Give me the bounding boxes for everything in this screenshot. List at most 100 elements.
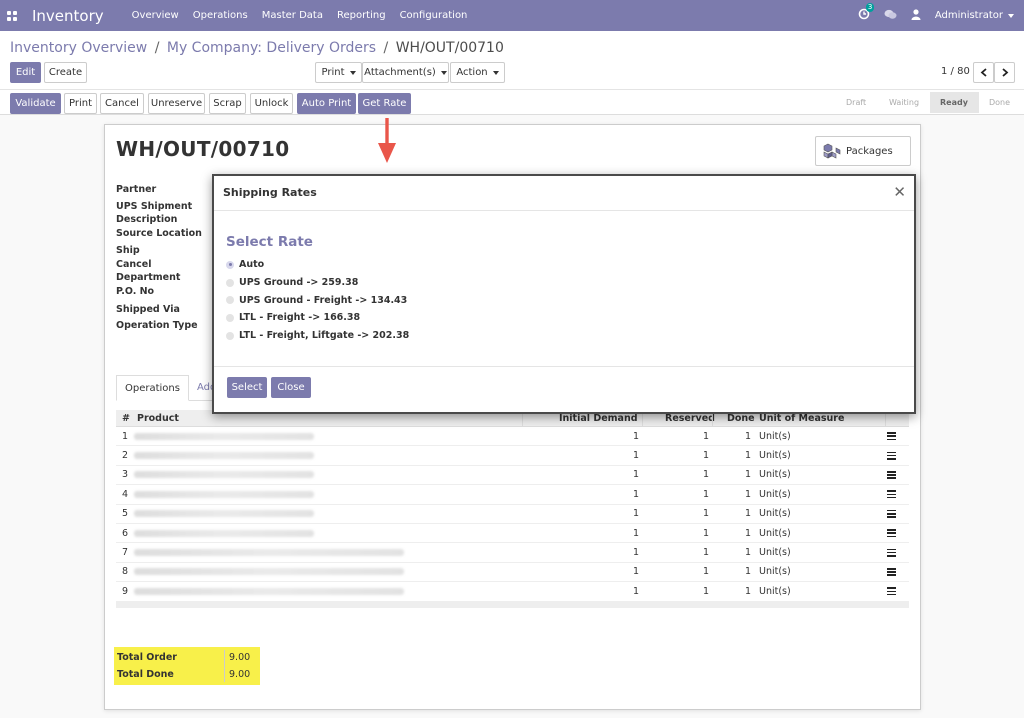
app-name[interactable]: Inventory: [32, 7, 104, 25]
detailed-operations-list-icon[interactable]: [887, 490, 896, 499]
menu-master-data[interactable]: Master Data: [262, 10, 323, 21]
done-value: 1: [744, 566, 751, 578]
dialog-title: Shipping Rates: [223, 186, 317, 199]
activity-icon[interactable]: 3: [858, 3, 875, 23]
packages-icon: [823, 143, 841, 158]
detailed-operations-list-icon[interactable]: [887, 587, 896, 596]
table-row[interactable]: 8 1 1 1 Unit(s): [116, 563, 909, 583]
close-icon[interactable]: ✕: [893, 183, 906, 201]
uom-value: Unit(s): [759, 469, 791, 481]
reserved-value: 1: [702, 469, 709, 481]
detailed-operations-list-icon[interactable]: [887, 567, 896, 576]
detailed-operations-list-icon[interactable]: [887, 470, 896, 479]
radio-icon[interactable]: [226, 313, 234, 322]
header-reserved[interactable]: Reserved: [665, 413, 715, 424]
detailed-operations-list-icon[interactable]: [887, 529, 896, 538]
detailed-operations-list-icon[interactable]: [887, 432, 896, 441]
done-value: 1: [744, 585, 751, 597]
row-number: 5: [122, 508, 129, 520]
caret-down-icon: [492, 70, 499, 75]
print-dropdown[interactable]: Print: [315, 62, 362, 83]
stage-draft[interactable]: Draft: [836, 92, 879, 113]
table-row[interactable]: 9 1 1 1 Unit(s): [116, 582, 909, 602]
auto-print-button[interactable]: Auto Print: [297, 93, 356, 114]
detailed-operations-list-icon[interactable]: [887, 451, 896, 460]
table-row[interactable]: 3 1 1 1 Unit(s): [116, 466, 909, 486]
uom-value: Unit(s): [759, 527, 791, 539]
table-row[interactable]: 4 1 1 1 Unit(s): [116, 485, 909, 505]
close-button[interactable]: Close: [271, 377, 311, 398]
row-number: 3: [122, 469, 129, 481]
header-unit-of-measure[interactable]: Unit of Measure: [759, 413, 844, 424]
packages-button[interactable]: Packages: [815, 136, 911, 166]
stage-done[interactable]: Done: [979, 92, 1024, 113]
unreserve-button[interactable]: Unreserve: [148, 93, 205, 114]
edit-button[interactable]: Edit: [10, 62, 41, 83]
uom-value: Unit(s): [759, 430, 791, 442]
action-dropdown[interactable]: Action: [450, 62, 505, 83]
menu-reporting[interactable]: Reporting: [337, 10, 386, 21]
row-number: 9: [122, 585, 129, 597]
breadcrumb-separator: /: [383, 40, 389, 56]
scrap-button[interactable]: Scrap: [209, 93, 246, 114]
caret-down-icon: [349, 70, 356, 75]
initial-demand-value: 1: [632, 430, 639, 442]
tab-operations[interactable]: Operations: [116, 375, 189, 401]
menu-overview[interactable]: Overview: [132, 10, 179, 21]
print-button[interactable]: Print: [64, 93, 97, 114]
rate-option-ups-ground-freight[interactable]: UPS Ground - Freight -> 134.43: [226, 291, 409, 309]
header-done[interactable]: Done: [727, 413, 755, 424]
record-title: WH/OUT/00710: [116, 137, 290, 161]
top-navbar: Inventory Overview Operations Master Dat…: [0, 0, 1024, 31]
validate-button[interactable]: Validate: [10, 93, 61, 114]
product-name-blurred: [134, 490, 314, 498]
stage-ready[interactable]: Ready: [930, 92, 979, 113]
menu-configuration[interactable]: Configuration: [400, 10, 468, 21]
rate-option-ltl-freight-liftgate[interactable]: LTL - Freight, Liftgate -> 202.38: [226, 327, 409, 345]
total-done-value: 9.00: [229, 669, 251, 680]
header-initial-demand[interactable]: Initial Demand: [559, 413, 638, 424]
stage-waiting[interactable]: Waiting: [879, 92, 930, 113]
detailed-operations-list-icon[interactable]: [887, 509, 896, 518]
get-rate-button[interactable]: Get Rate: [358, 93, 411, 114]
radio-icon[interactable]: [226, 278, 234, 287]
product-name-blurred: [134, 471, 314, 479]
total-done-label: Total Done: [117, 669, 174, 680]
apps-menu-icon[interactable]: [7, 10, 17, 21]
breadcrumb-delivery-orders[interactable]: My Company: Delivery Orders: [167, 40, 376, 56]
user-avatar-icon[interactable]: [911, 8, 921, 23]
uom-value: Unit(s): [759, 488, 791, 500]
table-row[interactable]: 1 1 1 1 Unit(s): [116, 427, 909, 447]
radio-icon[interactable]: [226, 331, 234, 340]
detailed-operations-list-icon[interactable]: [887, 548, 896, 557]
initial-demand-value: 1: [632, 547, 639, 559]
radio-icon[interactable]: [226, 296, 234, 305]
table-row[interactable]: 7 1 1 1 Unit(s): [116, 543, 909, 563]
rate-option-auto[interactable]: Auto: [226, 256, 409, 274]
activity-count-badge: 3: [865, 3, 875, 12]
select-rate-heading: Select Rate: [226, 234, 313, 250]
rate-option-ltl-freight[interactable]: LTL - Freight -> 166.38: [226, 309, 409, 327]
breadcrumb: Inventory Overview / My Company: Deliver…: [10, 40, 504, 56]
table-row[interactable]: 2 1 1 1 Unit(s): [116, 446, 909, 466]
create-button[interactable]: Create: [44, 62, 87, 83]
table-row[interactable]: 5 1 1 1 Unit(s): [116, 505, 909, 524]
table-row[interactable]: 6 1 1 1 Unit(s): [116, 524, 909, 544]
pager-next-button[interactable]: [994, 62, 1015, 83]
unlock-button[interactable]: Unlock: [250, 93, 293, 114]
pager-value[interactable]: 1 / 80: [941, 66, 970, 77]
user-menu[interactable]: Administrator: [935, 10, 1003, 21]
operations-table: # Product Initial Demand Reserved Done U…: [116, 410, 909, 608]
select-button[interactable]: Select: [227, 377, 267, 398]
messaging-icon[interactable]: [884, 9, 897, 23]
attachments-dropdown[interactable]: Attachment(s): [362, 62, 449, 83]
annotation-arrow-icon: [378, 118, 396, 163]
pager-previous-button[interactable]: [973, 62, 994, 83]
radio-selected-icon[interactable]: [226, 260, 234, 269]
cancel-button[interactable]: Cancel: [100, 93, 144, 114]
rate-option-ups-ground[interactable]: UPS Ground -> 259.38: [226, 274, 409, 292]
divider: [0, 89, 1024, 90]
menu-operations[interactable]: Operations: [193, 10, 248, 21]
breadcrumb-inventory-overview[interactable]: Inventory Overview: [10, 40, 147, 56]
header-product[interactable]: Product: [137, 413, 179, 424]
